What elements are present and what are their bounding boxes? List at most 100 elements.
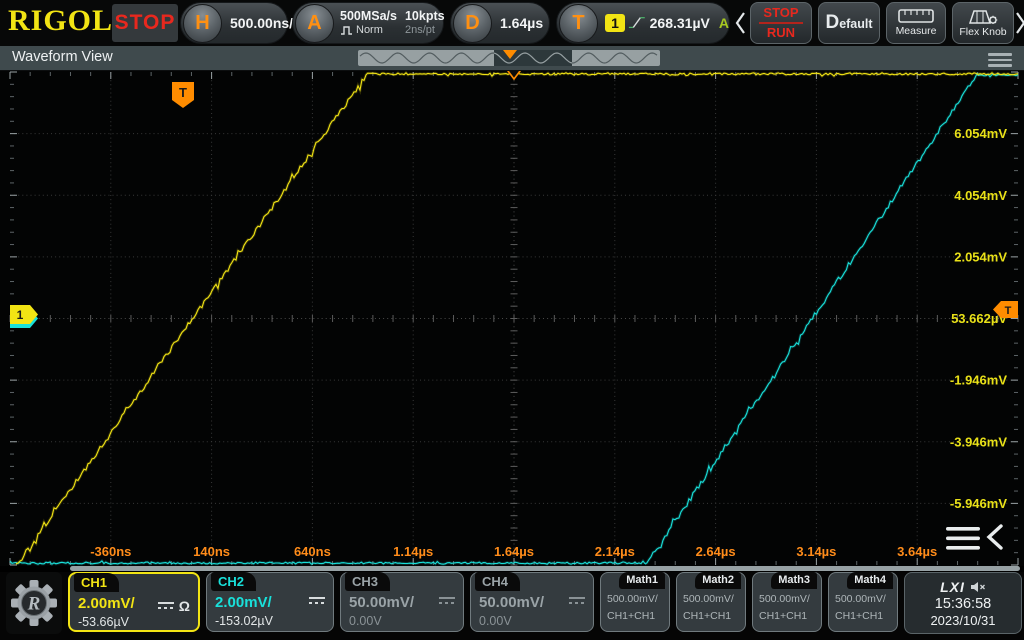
time-axis-label: 3.14µs <box>796 544 836 559</box>
ch1-scale: 2.00mV/ <box>78 595 135 612</box>
lxi-label: LXI <box>940 579 965 595</box>
record-overview-strip[interactable] <box>358 48 668 68</box>
sample-resolution: 2ns/pt <box>405 24 445 37</box>
measure-button[interactable]: Measure <box>886 2 946 44</box>
voltage-axis-label: -5.946mV <box>950 496 1007 511</box>
math4-scale: 500.00mV/ <box>835 593 886 605</box>
ch1-label: CH1 <box>74 573 119 592</box>
flex-knob-label: Flex Knob <box>959 26 1006 38</box>
math2-label: Math2 <box>695 572 741 589</box>
gear-logo-icon: R <box>10 579 58 627</box>
menu-icon[interactable] <box>988 53 1012 67</box>
delay-knob[interactable]: D <box>453 4 492 43</box>
voltage-axis-label: -1.946mV <box>950 373 1007 388</box>
speaker-muted-icon <box>970 581 986 593</box>
delay-group[interactable]: D 1.64µs <box>450 2 550 44</box>
ch4-offset: 0.00V <box>479 614 512 628</box>
time-axis-label: 2.64µs <box>696 544 736 559</box>
ch4-scale: 50.00mV/ <box>479 594 544 611</box>
sample-rate: 500MSa/s <box>340 9 397 23</box>
math3-label: Math3 <box>771 572 817 589</box>
clock-date: 2023/10/31 <box>930 613 995 628</box>
ch2-scale: 2.00mV/ <box>215 594 272 611</box>
math1-label: Math1 <box>619 572 665 589</box>
acquire-knob[interactable]: A <box>295 4 334 43</box>
channel-box-ch3[interactable]: CH3 50.00mV/ 0.00V <box>340 572 464 632</box>
time-axis-label: 1.64µs <box>494 544 534 559</box>
math1-scale: 500.00mV/ <box>607 593 658 605</box>
math2-scale: 500.00mV/ <box>683 593 734 605</box>
default-label: Default <box>825 12 872 34</box>
voltage-axis-label: 4.054mV <box>954 188 1007 203</box>
math4-box[interactable]: Math4 500.00mV/ CH1+CH1 <box>828 572 898 632</box>
math1-box[interactable]: Math1 500.00mV/ CH1+CH1 <box>600 572 670 632</box>
ch2-offset: -153.02µV <box>215 614 273 628</box>
top-toolbar: RIGOL STOP H 500.00ns/ A 500MSa/s Norm 1… <box>0 0 1024 47</box>
run-label: RUN <box>767 25 795 41</box>
channel-status-bar: R CH1 2.00mV/ Ω -53.66µV CH2 2.00mV/ -15… <box>0 572 1024 640</box>
system-status-box[interactable]: LXI 15:36:58 2023/10/31 <box>904 572 1022 634</box>
time-axis-label: 3.64µs <box>897 544 937 559</box>
default-button[interactable]: Default <box>818 2 880 44</box>
ch4-label: CH4 <box>475 572 520 591</box>
channel-box-ch2[interactable]: CH2 2.00mV/ -153.02µV <box>206 572 334 632</box>
math2-expression: CH1+CH1 <box>683 610 731 622</box>
ch2-label: CH2 <box>211 572 256 591</box>
math4-expression: CH1+CH1 <box>835 610 883 622</box>
flex-knob-button[interactable]: Flex Knob <box>952 2 1014 44</box>
channel-box-ch4[interactable]: CH4 50.00mV/ 0.00V <box>470 572 594 632</box>
stop-run-button[interactable]: STOP RUN <box>750 2 812 44</box>
svg-text:T: T <box>179 85 187 100</box>
ch1-offset: -53.66µV <box>78 615 129 629</box>
rigol-gear-button[interactable]: R <box>6 572 62 634</box>
math3-box[interactable]: Math3 500.00mV/ CH1+CH1 <box>752 572 822 632</box>
time-axis-label: 140ns <box>193 544 230 559</box>
trigger-knob[interactable]: T <box>559 4 598 43</box>
voltage-axis-label: -3.946mV <box>950 434 1007 449</box>
svg-text:1: 1 <box>17 308 24 322</box>
delay-value: 1.64µs <box>500 15 543 31</box>
flex-knob-icon <box>967 9 999 24</box>
time-axis-label: 640ns <box>294 544 331 559</box>
svg-text:R: R <box>27 594 41 615</box>
clock-time: 15:36:58 <box>935 596 991 612</box>
horizontal-knob[interactable]: H <box>183 4 222 43</box>
channel-box-ch1[interactable]: CH1 2.00mV/ Ω -53.66µV <box>68 572 200 632</box>
waveform-view-titlebar: Waveform View <box>0 46 1024 71</box>
acquire-mode: Norm <box>356 24 383 37</box>
impedance-label: Ω <box>179 598 190 614</box>
math4-label: Math4 <box>847 572 893 589</box>
time-axis-label: 2.14µs <box>595 544 635 559</box>
ch3-label: CH3 <box>345 572 390 591</box>
voltage-axis-label: 6.054mV <box>954 126 1007 141</box>
dc-coupling-icon <box>439 597 455 606</box>
svg-text:T: T <box>1005 305 1012 317</box>
toolbar-scroll-left-icon[interactable] <box>735 10 747 36</box>
bottom-separator <box>70 566 1020 571</box>
measure-label: Measure <box>896 25 937 37</box>
toolbar-scroll-right-icon[interactable] <box>1015 10 1024 36</box>
ch3-offset: 0.00V <box>349 614 382 628</box>
memory-depth: 10kpts <box>405 9 445 23</box>
horizontal-scale-group[interactable]: H 500.00ns/ <box>180 2 288 44</box>
acquire-group[interactable]: A 500MSa/s Norm 10kpts 2ns/pt <box>292 2 444 44</box>
math3-scale: 500.00mV/ <box>759 593 810 605</box>
dc-coupling-icon <box>569 597 585 606</box>
ruler-icon <box>898 9 934 23</box>
trigger-group[interactable]: T 1 268.31µV A <box>556 2 730 44</box>
horizontal-scale-value: 500.00ns/ <box>230 15 293 31</box>
pulse-icon <box>340 25 353 36</box>
math2-box[interactable]: Math2 500.00mV/ CH1+CH1 <box>676 572 746 632</box>
stop-run-divider <box>759 22 803 24</box>
dc-coupling-icon <box>158 602 174 611</box>
math1-expression: CH1+CH1 <box>607 610 655 622</box>
waveform-display[interactable]: -360ns 140ns 640ns 1.14µs 1.64µs 2.14µs 2.64µs… <box>0 0 1024 640</box>
rising-edge-icon <box>628 14 646 32</box>
trigger-source-badge: 1 <box>605 14 625 32</box>
voltage-axis-label: 2.054mV <box>954 249 1007 264</box>
rigol-logo: RIGOL <box>8 4 113 38</box>
time-axis-label: -360ns <box>90 544 131 559</box>
time-axis-label: 1.14µs <box>393 544 433 559</box>
acquisition-status: STOP <box>112 4 178 42</box>
trigger-sweep-mode: A <box>719 15 729 31</box>
